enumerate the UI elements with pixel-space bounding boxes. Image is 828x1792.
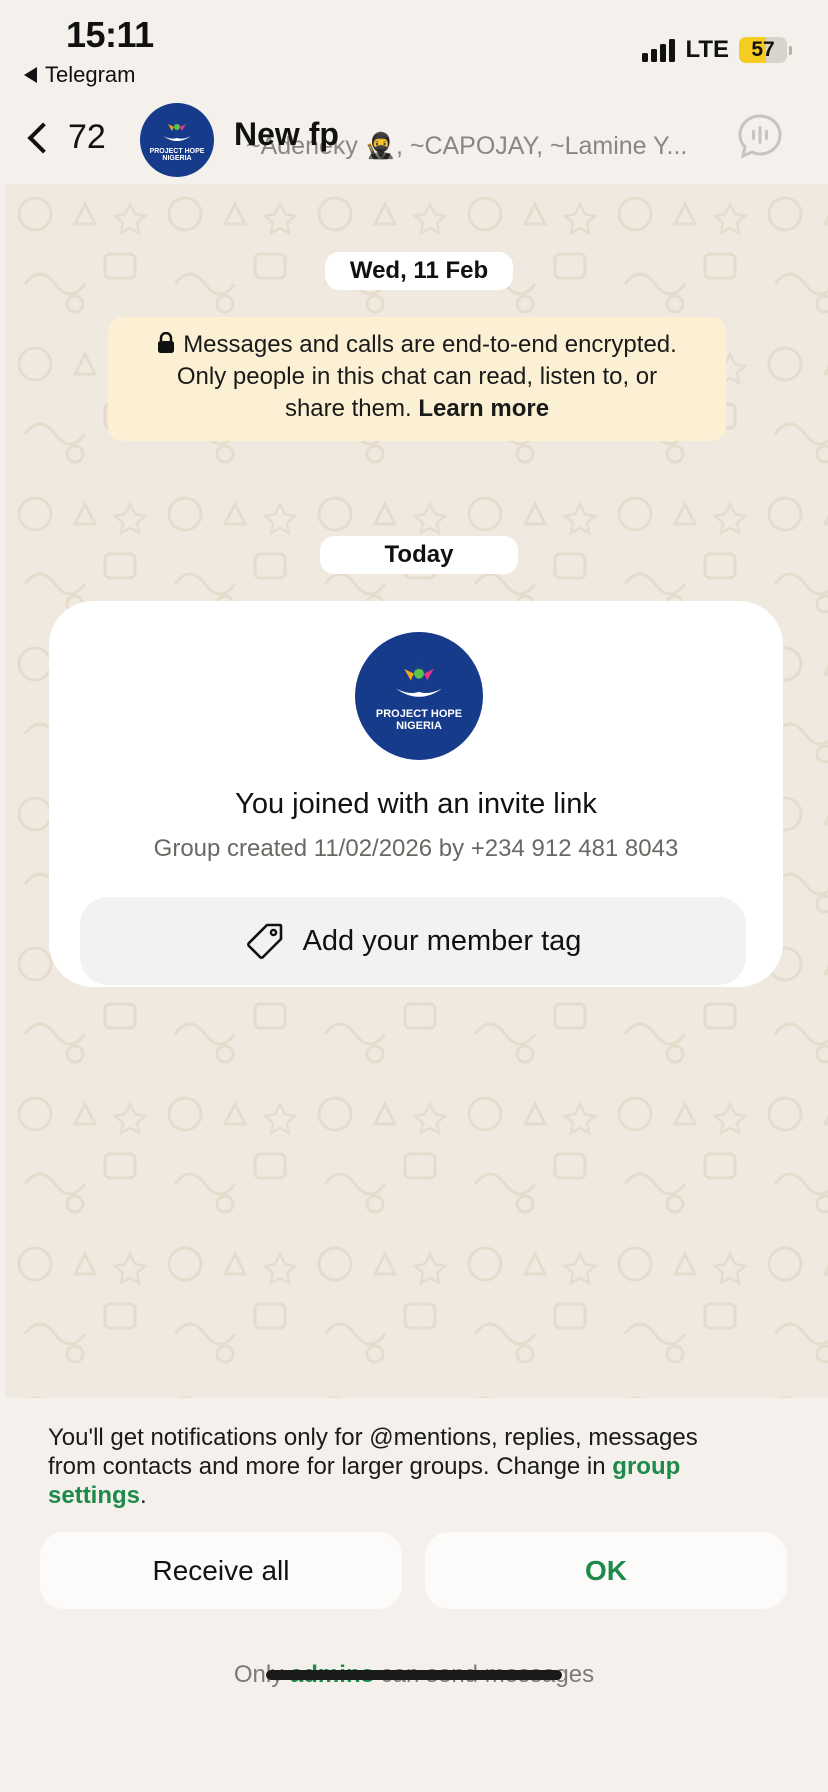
receive-all-button[interactable]: Receive all: [40, 1532, 402, 1609]
back-to-app-link[interactable]: Telegram: [24, 62, 135, 88]
encryption-line-2: Only people in this chat can read, liste…: [176, 363, 658, 390]
avatar-text-line2: NIGERIA: [396, 720, 442, 732]
status-indicators: LTE 57: [642, 36, 792, 64]
group-created-info: Group created 11/02/2026 by +234 912 481…: [153, 835, 679, 862]
learn-more-link[interactable]: Learn more: [418, 395, 549, 422]
notice-text: You'll get notifications only for @menti…: [48, 1424, 698, 1480]
notification-notice: You'll get notifications only for @menti…: [48, 1423, 748, 1510]
encryption-line-1: Messages and calls are end-to-end encryp…: [183, 331, 677, 358]
add-member-tag-button[interactable]: Add your member tag: [80, 897, 746, 985]
encryption-line-3: share them.: [284, 395, 412, 422]
status-time: 15:11: [66, 14, 154, 55]
group-avatar-large[interactable]: PROJECT HOPE NIGERIA: [355, 632, 483, 760]
signal-icon: [642, 38, 676, 62]
notification-panel: You'll get notifications only for @menti…: [0, 1398, 828, 1792]
lock-icon: [158, 332, 175, 353]
invite-title: You joined with an invite link: [235, 788, 597, 820]
home-indicator[interactable]: [266, 1670, 562, 1680]
back-app-label: Telegram: [45, 62, 136, 87]
ok-button[interactable]: OK: [425, 1532, 787, 1609]
group-title[interactable]: New fp: [234, 116, 339, 153]
date-separator: Wed, 11 Feb: [325, 252, 513, 290]
chat-header: 72 PROJECT HOPE NIGERIA ~Adeneky 🥷, ~CAPO…: [0, 96, 828, 184]
telegram-back-icon: [24, 67, 37, 83]
battery-icon: 57: [739, 37, 792, 63]
voice-chat-icon[interactable]: [737, 113, 783, 159]
chat-area[interactable]: Wed, 11 Feb Messages and calls are end-t…: [5, 184, 828, 1398]
add-member-tag-label: Add your member tag: [302, 924, 582, 957]
battery-level: 57: [751, 38, 775, 61]
date-separator-today: Today: [320, 536, 518, 574]
back-button[interactable]: 72: [22, 118, 106, 157]
invite-card: PROJECT HOPE NIGERIA You joined with an …: [49, 601, 783, 987]
avatar-text-line1: PROJECT HOPE: [375, 708, 463, 721]
encryption-notice[interactable]: Messages and calls are end-to-end encryp…: [108, 317, 726, 441]
notice-end: .: [140, 1482, 147, 1509]
back-chevron-icon: [27, 121, 59, 154]
network-type: LTE: [685, 36, 729, 63]
group-avatar[interactable]: PROJECT HOPE NIGERIA: [140, 103, 214, 177]
unread-count: 72: [68, 118, 106, 156]
tag-icon: [246, 923, 282, 959]
status-bar: 15:11 Telegram LTE 57: [0, 0, 828, 96]
